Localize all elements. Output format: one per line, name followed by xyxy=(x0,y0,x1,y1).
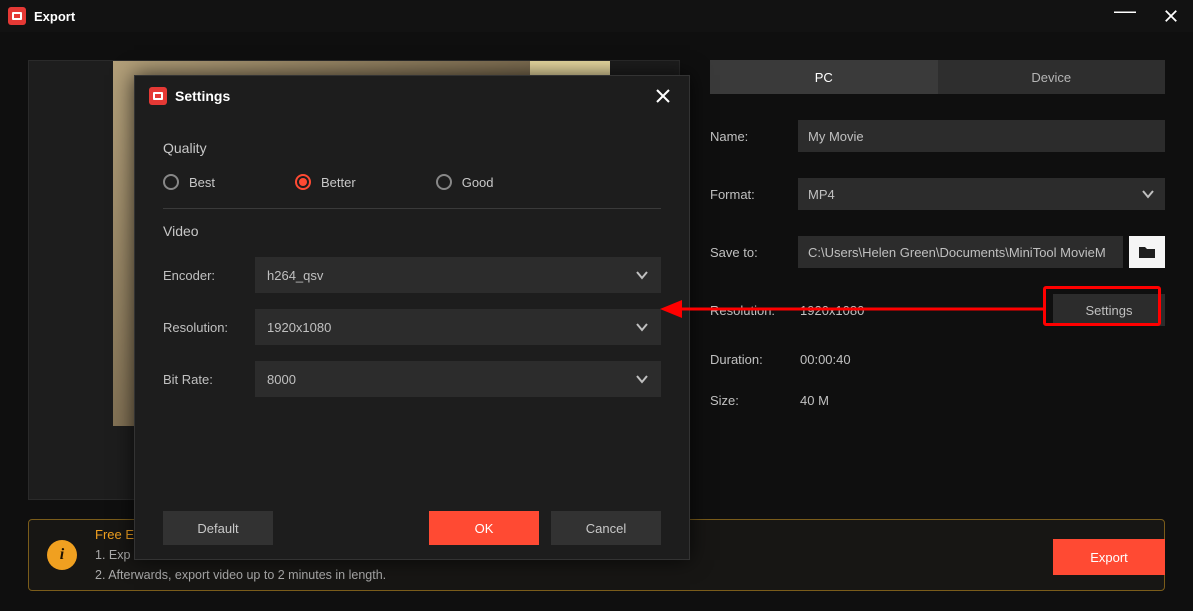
chevron-down-icon xyxy=(1141,187,1155,201)
chevron-down-icon xyxy=(635,320,649,334)
settings-dialog: Settings Quality Best Better Good Video … xyxy=(134,75,690,560)
minimize-button[interactable]: — xyxy=(1111,2,1139,30)
bitrate-value: 8000 xyxy=(267,372,296,387)
quality-radio-group: Best Better Good xyxy=(163,174,661,190)
quality-radio-better[interactable]: Better xyxy=(295,174,356,190)
banner-line2: 2. Afterwards, export video up to 2 minu… xyxy=(95,565,386,585)
name-label: Name: xyxy=(710,129,798,144)
resolution-label: Resolution: xyxy=(710,303,798,318)
settings-button[interactable]: Settings xyxy=(1053,294,1165,326)
duration-row: Duration: 00:00:40 xyxy=(710,352,1165,367)
name-row: Name: xyxy=(710,120,1165,152)
title-bar: Export — xyxy=(0,0,1193,32)
chevron-down-icon xyxy=(635,372,649,386)
name-input[interactable] xyxy=(798,120,1165,152)
dlg-resolution-select[interactable]: 1920x1080 xyxy=(255,309,661,345)
divider xyxy=(163,208,661,209)
export-panel: PC Device Name: Format: MP4 Save to: Res… xyxy=(710,60,1165,500)
bitrate-select[interactable]: 8000 xyxy=(255,361,661,397)
format-select[interactable]: MP4 xyxy=(798,178,1165,210)
tab-device[interactable]: Device xyxy=(938,60,1166,94)
ok-button[interactable]: OK xyxy=(429,511,539,545)
window-controls: — xyxy=(1111,2,1185,30)
dlg-resolution-label: Resolution: xyxy=(163,320,255,335)
encoder-row: Encoder: h264_qsv xyxy=(163,257,661,293)
size-value: 40 M xyxy=(798,393,1165,408)
app-icon xyxy=(149,87,167,105)
resolution-value: 1920x1080 xyxy=(798,303,1047,318)
quality-radio-best[interactable]: Best xyxy=(163,174,215,190)
default-button[interactable]: Default xyxy=(163,511,273,545)
app-icon xyxy=(8,7,26,25)
saveto-row: Save to: xyxy=(710,236,1165,268)
resolution-row: Resolution: 1920x1080 Settings xyxy=(710,294,1165,326)
encoder-value: h264_qsv xyxy=(267,268,323,283)
window-title: Export xyxy=(34,9,75,24)
tab-pc[interactable]: PC xyxy=(710,60,938,94)
size-label: Size: xyxy=(710,393,798,408)
format-value: MP4 xyxy=(808,187,835,202)
saveto-label: Save to: xyxy=(710,245,798,260)
dialog-close-button[interactable] xyxy=(651,84,675,108)
duration-label: Duration: xyxy=(710,352,798,367)
dlg-resolution-value: 1920x1080 xyxy=(267,320,331,335)
bitrate-row: Bit Rate: 8000 xyxy=(163,361,661,397)
dialog-body: Quality Best Better Good Video Encoder: … xyxy=(135,116,689,397)
radio-icon xyxy=(163,174,179,190)
export-button[interactable]: Export xyxy=(1053,539,1165,575)
cancel-button[interactable]: Cancel xyxy=(551,511,661,545)
dialog-footer: Default OK Cancel xyxy=(163,511,661,545)
quality-section-title: Quality xyxy=(163,140,661,156)
folder-icon xyxy=(1138,245,1156,259)
encoder-select[interactable]: h264_qsv xyxy=(255,257,661,293)
encoder-label: Encoder: xyxy=(163,268,255,283)
info-icon: i xyxy=(47,540,77,570)
title-bar-left: Export xyxy=(8,7,75,25)
radio-label: Better xyxy=(321,175,356,190)
video-section-title: Video xyxy=(163,223,661,239)
saveto-input[interactable] xyxy=(798,236,1123,268)
size-row: Size: 40 M xyxy=(710,393,1165,408)
bitrate-label: Bit Rate: xyxy=(163,372,255,387)
format-label: Format: xyxy=(710,187,798,202)
radio-label: Best xyxy=(189,175,215,190)
dialog-titlebar: Settings xyxy=(135,76,689,116)
radio-icon xyxy=(436,174,452,190)
duration-value: 00:00:40 xyxy=(798,352,1165,367)
dialog-title: Settings xyxy=(175,88,230,104)
dlg-resolution-row: Resolution: 1920x1080 xyxy=(163,309,661,345)
chevron-down-icon xyxy=(635,268,649,282)
close-button[interactable] xyxy=(1157,2,1185,30)
format-row: Format: MP4 xyxy=(710,178,1165,210)
radio-icon xyxy=(295,174,311,190)
browse-folder-button[interactable] xyxy=(1129,236,1165,268)
radio-label: Good xyxy=(462,175,494,190)
dialog-titlebar-left: Settings xyxy=(149,87,230,105)
export-tabs: PC Device xyxy=(710,60,1165,94)
quality-radio-good[interactable]: Good xyxy=(436,174,494,190)
